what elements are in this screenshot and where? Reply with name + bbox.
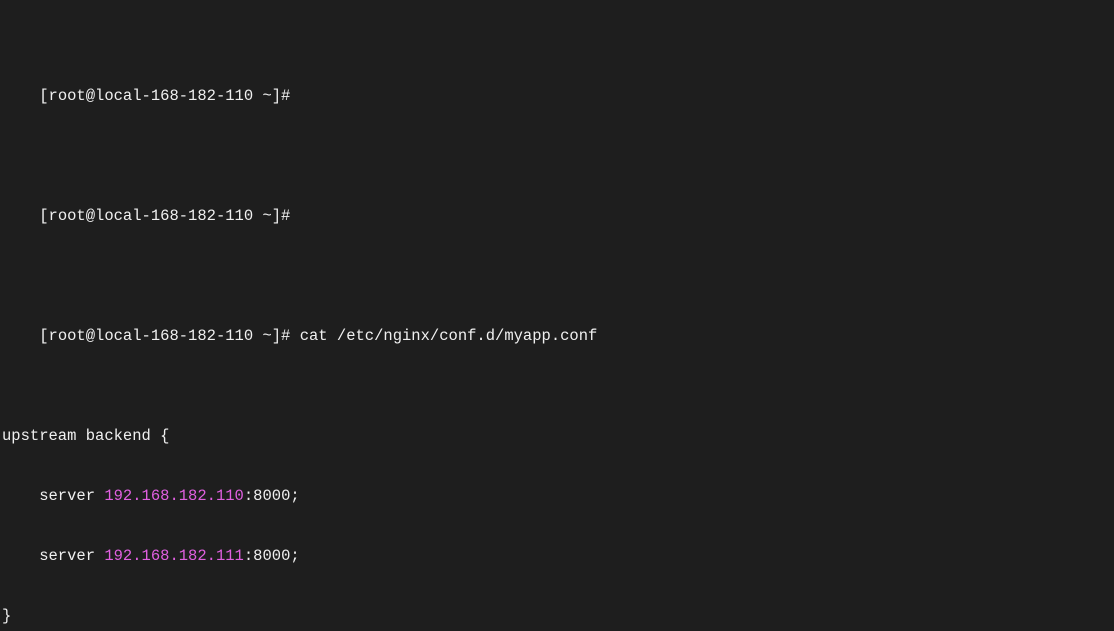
conf-line: :8000;: [244, 547, 300, 565]
prompt: [root@local-168-182-110 ~]#: [39, 207, 290, 225]
conf-line: }: [2, 607, 11, 625]
ip: 192.168.182.111: [104, 547, 244, 565]
conf-line: upstream backend {: [2, 427, 169, 445]
cmd-cat: cat /etc/nginx/conf.d/myapp.conf: [300, 327, 598, 345]
prompt: [root@local-168-182-110 ~]#: [39, 327, 290, 345]
prompt: [root@local-168-182-110 ~]#: [39, 87, 290, 105]
ip: 192.168.182.110: [104, 487, 244, 505]
conf-line: server: [2, 487, 104, 505]
conf-line: server: [2, 547, 104, 565]
terminal[interactable]: [root@local-168-182-110 ~]# [root@local-…: [0, 0, 1114, 631]
conf-line: :8000;: [244, 487, 300, 505]
